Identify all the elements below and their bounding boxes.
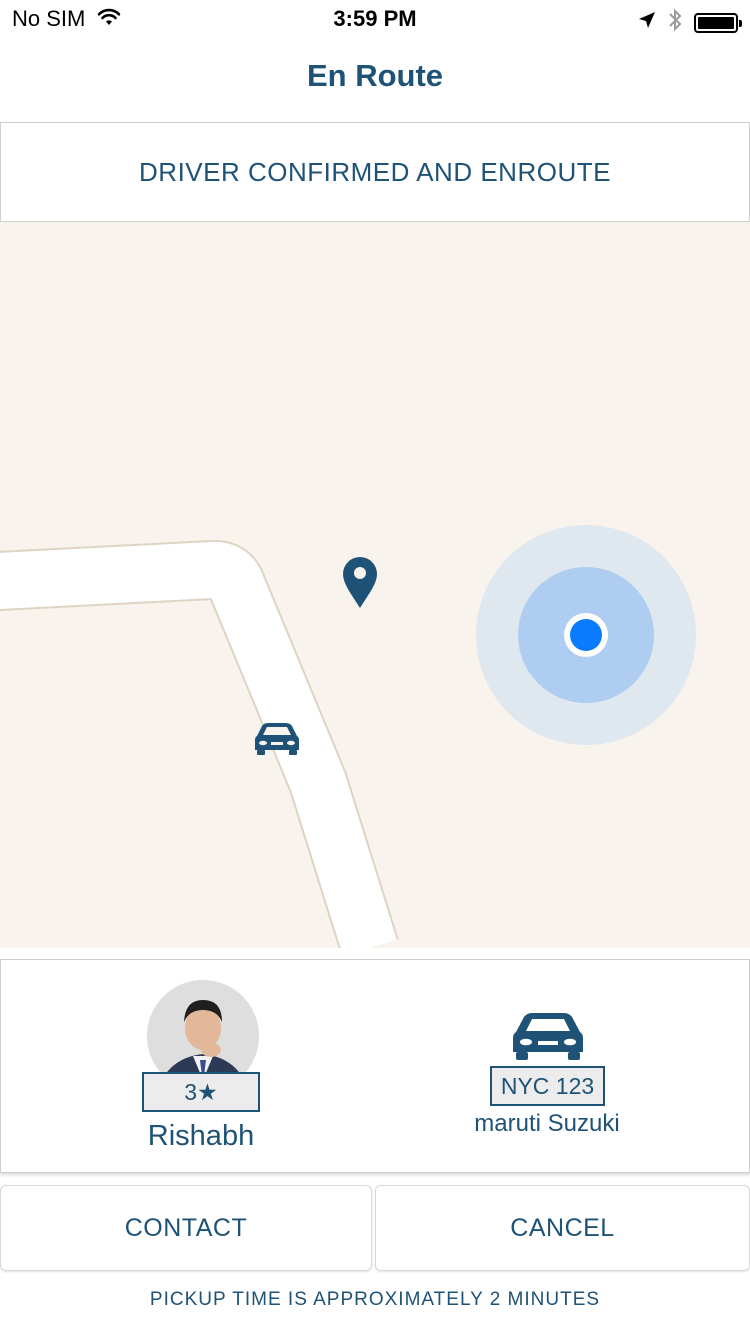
license-plate-badge: NYC 123 xyxy=(490,1066,605,1106)
ride-status-banner: DRIVER CONFIRMED AND ENROUTE xyxy=(0,122,750,222)
user-location-icon xyxy=(570,619,602,651)
contact-button[interactable]: CONTACT xyxy=(0,1185,372,1271)
driver-info: 3★ Rishabh xyxy=(1,960,401,1172)
location-arrow-icon xyxy=(638,11,656,34)
driver-name: Rishabh xyxy=(147,1120,255,1152)
vehicle-car-icon xyxy=(511,1012,585,1069)
driver-rating-badge: 3★ xyxy=(142,1072,260,1112)
ride-status-text: DRIVER CONFIRMED AND ENROUTE xyxy=(139,156,611,187)
vehicle-model: maruti Suzuki xyxy=(474,1110,620,1137)
status-bar-right xyxy=(638,8,742,37)
destination-pin-icon xyxy=(343,557,377,608)
page-title: En Route xyxy=(306,58,444,93)
map-canvas xyxy=(0,525,696,948)
driver-card: 3★ Rishabh NYC 123 maruti Suzuki xyxy=(0,959,750,1173)
status-bar: No SIM 3:59 PM xyxy=(0,0,750,40)
map-view[interactable] xyxy=(0,222,750,948)
bluetooth-icon xyxy=(668,8,682,37)
cancel-button[interactable]: CANCEL xyxy=(375,1185,750,1271)
road xyxy=(0,541,397,948)
battery-icon xyxy=(694,12,742,33)
vehicle-info: NYC 123 maruti Suzuki xyxy=(401,960,749,1172)
pickup-time-note: PICKUP TIME IS APPROXIMATELY 2 MINUTES xyxy=(149,1289,601,1310)
